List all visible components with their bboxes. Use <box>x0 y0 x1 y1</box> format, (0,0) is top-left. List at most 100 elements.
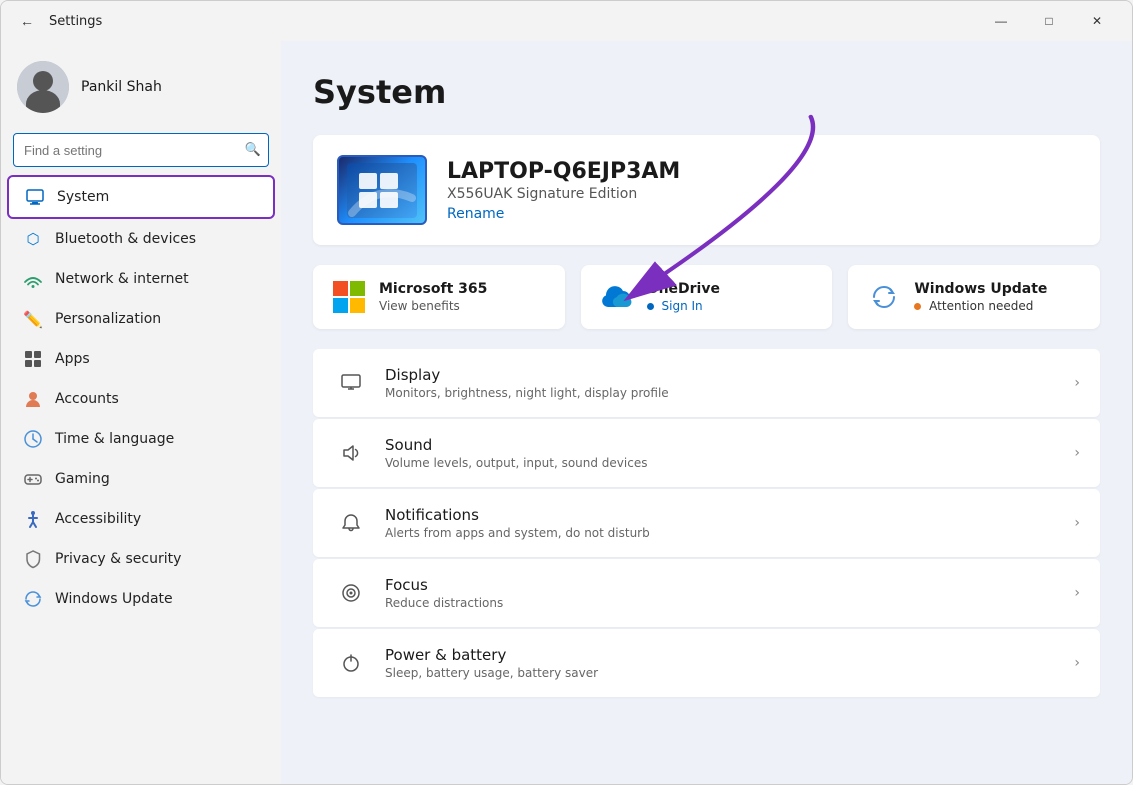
network-icon <box>23 269 43 289</box>
avatar <box>17 61 69 113</box>
nav-item-apps[interactable]: Apps <box>7 339 275 379</box>
power-icon <box>333 645 369 681</box>
sidebar: Pankil Shah 🔍 System ⬡ <box>1 41 281 784</box>
system-icon <box>25 187 45 207</box>
back-button[interactable]: ← <box>13 7 41 35</box>
windowsupdate-dot <box>914 303 921 310</box>
windowsupdate-tile-sub: Attention needed <box>914 299 1047 313</box>
maximize-button[interactable]: □ <box>1026 5 1072 37</box>
close-button[interactable]: ✕ <box>1074 5 1120 37</box>
nav-label-network: Network & internet <box>55 271 189 287</box>
nav-item-gaming[interactable]: Gaming <box>7 459 275 499</box>
setting-row-focus[interactable]: Focus Reduce distractions › <box>313 559 1100 627</box>
nav-item-accounts[interactable]: Accounts <box>7 379 275 419</box>
nav-label-system: System <box>57 189 109 205</box>
setting-row-power[interactable]: Power & battery Sleep, battery usage, ba… <box>313 629 1100 697</box>
display-icon <box>333 365 369 401</box>
display-name: Display <box>385 366 1058 384</box>
search-icon: 🔍 <box>245 143 261 158</box>
sound-desc: Volume levels, output, input, sound devi… <box>385 456 1058 470</box>
nav-item-bluetooth[interactable]: ⬡ Bluetooth & devices <box>7 219 275 259</box>
minimize-button[interactable]: — <box>978 5 1024 37</box>
nav-item-privacy[interactable]: Privacy & security <box>7 539 275 579</box>
accounts-icon <box>23 389 43 409</box>
main-content: System <box>281 41 1132 784</box>
display-desc: Monitors, brightness, night light, displ… <box>385 386 1058 400</box>
notifications-icon <box>333 505 369 541</box>
nav-item-accessibility[interactable]: Accessibility <box>7 499 275 539</box>
user-profile[interactable]: Pankil Shah <box>1 49 281 129</box>
window-title: Settings <box>49 14 102 29</box>
setting-row-display[interactable]: Display Monitors, brightness, night ligh… <box>313 349 1100 417</box>
titlebar: ← Settings — □ ✕ <box>1 1 1132 41</box>
focus-text: Focus Reduce distractions <box>385 576 1058 610</box>
setting-row-sound[interactable]: Sound Volume levels, output, input, soun… <box>313 419 1100 487</box>
user-name: Pankil Shah <box>81 79 162 95</box>
sound-text: Sound Volume levels, output, input, soun… <box>385 436 1058 470</box>
page-title: System <box>313 73 1100 111</box>
nav-item-windowsupdate[interactable]: Windows Update <box>7 579 275 619</box>
sound-icon <box>333 435 369 471</box>
microsoft365-text: Microsoft 365 View benefits <box>379 281 487 313</box>
onedrive-name: OneDrive <box>647 281 720 297</box>
sound-name: Sound <box>385 436 1058 454</box>
nav-item-network[interactable]: Network & internet <box>7 259 275 299</box>
device-rename-link[interactable]: Rename <box>447 206 504 222</box>
notifications-text: Notifications Alerts from apps and syste… <box>385 506 1058 540</box>
nav-label-accounts: Accounts <box>55 391 119 407</box>
setting-row-notifications[interactable]: Notifications Alerts from apps and syste… <box>313 489 1100 557</box>
settings-list: Display Monitors, brightness, night ligh… <box>313 349 1100 697</box>
privacy-icon <box>23 549 43 569</box>
device-card: LAPTOP-Q6EJP3AM X556UAK Signature Editio… <box>313 135 1100 245</box>
notifications-chevron: › <box>1074 515 1080 531</box>
nav-label-windowsupdate: Windows Update <box>55 591 173 607</box>
windowsupdate-tile-name: Windows Update <box>914 281 1047 297</box>
display-chevron: › <box>1074 375 1080 391</box>
quick-tile-onedrive[interactable]: OneDrive Sign In <box>581 265 833 329</box>
windowsupdate-icon <box>23 589 43 609</box>
accessibility-icon <box>23 509 43 529</box>
search-box: 🔍 <box>13 133 269 167</box>
quick-tiles: Microsoft 365 View benefits OneDrive <box>313 265 1100 329</box>
time-icon <box>23 429 43 449</box>
nav-item-personalization[interactable]: ✏️ Personalization <box>7 299 275 339</box>
focus-icon <box>333 575 369 611</box>
microsoft365-icon <box>331 279 367 315</box>
apps-icon <box>23 349 43 369</box>
nav-item-time[interactable]: Time & language <box>7 419 275 459</box>
nav-item-system[interactable]: System <box>7 175 275 219</box>
quick-tile-windowsupdate[interactable]: Windows Update Attention needed <box>848 265 1100 329</box>
nav-label-privacy: Privacy & security <box>55 551 181 567</box>
focus-desc: Reduce distractions <box>385 596 1058 610</box>
content-area: Pankil Shah 🔍 System ⬡ <box>1 41 1132 784</box>
gaming-icon <box>23 469 43 489</box>
search-input[interactable] <box>13 133 269 167</box>
nav-label-bluetooth: Bluetooth & devices <box>55 231 196 247</box>
nav-label-time: Time & language <box>55 431 174 447</box>
quick-tile-microsoft365[interactable]: Microsoft 365 View benefits <box>313 265 565 329</box>
power-chevron: › <box>1074 655 1080 671</box>
power-name: Power & battery <box>385 646 1058 664</box>
microsoft365-name: Microsoft 365 <box>379 281 487 297</box>
focus-chevron: › <box>1074 585 1080 601</box>
notifications-name: Notifications <box>385 506 1058 524</box>
device-model: X556UAK Signature Edition <box>447 186 1076 202</box>
device-image <box>337 155 427 225</box>
microsoft365-sub: View benefits <box>379 299 487 313</box>
notifications-desc: Alerts from apps and system, do not dist… <box>385 526 1058 540</box>
nav-label-gaming: Gaming <box>55 471 110 487</box>
personalization-icon: ✏️ <box>23 309 43 329</box>
display-text: Display Monitors, brightness, night ligh… <box>385 366 1058 400</box>
window-controls: — □ ✕ <box>978 5 1120 37</box>
power-text: Power & battery Sleep, battery usage, ba… <box>385 646 1058 680</box>
bluetooth-icon: ⬡ <box>23 229 43 249</box>
windowsupdate-tile-text: Windows Update Attention needed <box>914 281 1047 313</box>
windowsupdate-tile-icon <box>866 279 902 315</box>
sound-chevron: › <box>1074 445 1080 461</box>
device-info: LAPTOP-Q6EJP3AM X556UAK Signature Editio… <box>447 159 1076 222</box>
win11-logo <box>347 163 417 218</box>
nav-label-personalization: Personalization <box>55 311 161 327</box>
nav-label-apps: Apps <box>55 351 90 367</box>
settings-window: ← Settings — □ ✕ Pankil Shah 🔍 <box>0 0 1133 785</box>
onedrive-text: OneDrive Sign In <box>647 281 720 313</box>
